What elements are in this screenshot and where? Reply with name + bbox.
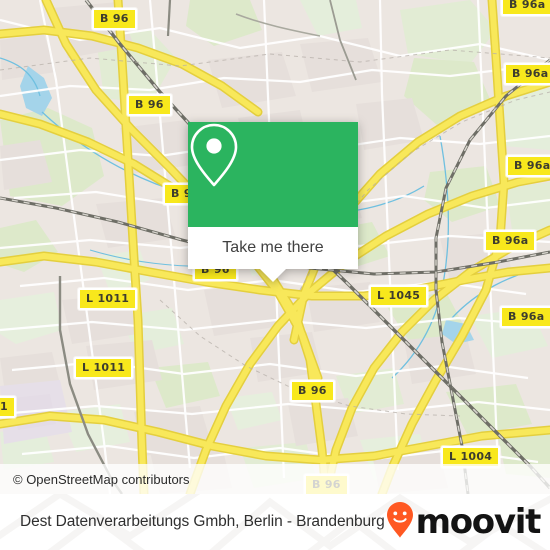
- road-shield: B 96a: [501, 0, 550, 16]
- place-title: Dest Datenverarbeitungs Gmbh, Berlin - B…: [20, 513, 385, 530]
- road-shield: B 96a: [504, 63, 550, 85]
- moovit-logo[interactable]: moovit: [385, 501, 542, 544]
- road-shield: L 1011: [78, 288, 138, 310]
- road-shield: B 96a: [484, 230, 537, 252]
- popup-header: [188, 122, 358, 227]
- road-shield: L 1011: [74, 357, 134, 379]
- bottom-title-bar: Dest Datenverarbeitungs Gmbh, Berlin - B…: [0, 494, 550, 550]
- location-popup-card[interactable]: Take me there: [188, 122, 358, 282]
- popup-action-row[interactable]: Take me there: [188, 227, 358, 269]
- road-shield: B 96: [127, 94, 172, 116]
- moovit-wordmark: moovit: [415, 502, 542, 542]
- road-shield: B 96: [290, 380, 335, 402]
- popup-tail: [260, 269, 286, 282]
- take-me-there-button[interactable]: Take me there: [222, 239, 323, 257]
- road-shield: B 96a: [500, 306, 550, 328]
- map-canvas[interactable]: B 96 B 96a B 96a B 96 B 96a B 96 B 96a B…: [0, 0, 550, 494]
- map-attribution[interactable]: © OpenStreetMap contributors: [0, 464, 550, 494]
- attribution-text[interactable]: © OpenStreetMap contributors: [13, 472, 190, 487]
- map-screenshot: B 96 B 96a B 96a B 96 B 96a B 96 B 96a B…: [0, 0, 550, 550]
- road-shield: B 96a: [506, 155, 550, 177]
- road-shield: 1: [0, 396, 16, 418]
- road-shield: L 1045: [369, 285, 429, 307]
- road-shield: B 96: [92, 8, 137, 30]
- moovit-smiley-pin-icon: [385, 501, 415, 544]
